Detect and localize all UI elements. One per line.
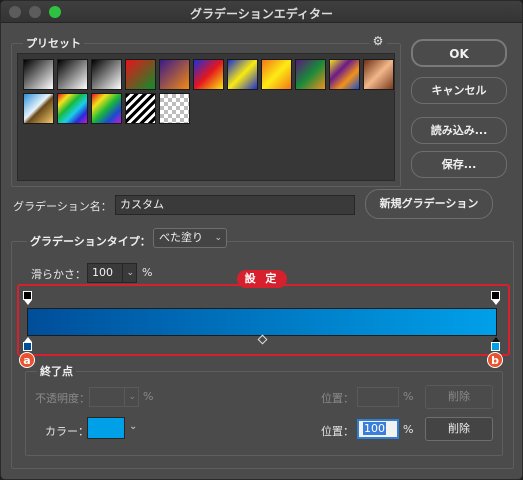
presets-label: プリセット: [23, 35, 84, 51]
smoothness-unit: %: [142, 266, 153, 279]
preset-swatch-black-white[interactable]: [91, 59, 122, 90]
window-title: グラデーションエディター: [190, 7, 333, 21]
opacity-stop-body: [491, 291, 500, 300]
preset-swatch-spectrum[interactable]: [57, 93, 88, 124]
preset-swatch-chrome[interactable]: [23, 93, 54, 124]
color-stop-start[interactable]: [22, 337, 33, 351]
stops-label: 終了点: [37, 363, 76, 379]
preset-swatch-orange-yellow-orange[interactable]: [261, 59, 292, 90]
cancel-button[interactable]: キャンセル: [411, 77, 507, 104]
chevron-down-icon: ⌄: [214, 233, 222, 243]
preset-swatch-violet-orange[interactable]: [159, 59, 190, 90]
gradient-type-label: グラデーションタイプ：: [27, 233, 154, 249]
gradient-name-input[interactable]: カスタム: [115, 195, 355, 215]
opacity-unit: %: [143, 390, 154, 403]
gradient-name-label: グラデーション名：: [13, 200, 112, 213]
preset-swatch-blue-red-yellow[interactable]: [193, 59, 224, 90]
color-location-input[interactable]: 100: [357, 419, 399, 439]
preset-swatch-foreground-to-transparent[interactable]: [57, 59, 88, 90]
opacity-stop-pointer: [492, 300, 500, 305]
color-stop-body: [491, 342, 500, 351]
opacity-input[interactable]: ⌄: [89, 387, 139, 407]
annotation-marker-b: b: [487, 352, 503, 368]
color-delete-button[interactable]: 削除: [425, 417, 493, 441]
opacity-stop-body: [23, 291, 32, 300]
load-button[interactable]: 読み込み...: [411, 117, 507, 144]
color-stop-end[interactable]: [490, 337, 501, 351]
color-stop-body: [23, 342, 32, 351]
ok-button[interactable]: OK: [411, 39, 507, 67]
preset-swatch-foreground-to-background[interactable]: [23, 59, 54, 90]
smoothness-value: 100: [92, 266, 113, 279]
color-location-unit: %: [403, 423, 414, 436]
preset-swatch-red-green[interactable]: [125, 59, 156, 90]
color-location-label: 位置：: [321, 425, 354, 438]
annotation-label: 設 定: [237, 270, 287, 288]
color-well[interactable]: [87, 417, 125, 439]
color-label: カラー：: [45, 425, 89, 438]
preset-swatch-copper[interactable]: [363, 59, 394, 90]
preset-swatch-yellow-violet-orange-blue[interactable]: [329, 59, 360, 90]
preset-swatch-transparent-rainbow[interactable]: [91, 93, 122, 124]
gradient-type-value: べた塗り: [159, 231, 203, 244]
chevron-down-icon: ⌄: [124, 388, 136, 406]
opacity-location-label: 位置：: [321, 392, 354, 405]
chevron-down-icon[interactable]: ⌄: [129, 421, 137, 432]
preset-swatch-transparent-stripes[interactable]: [125, 93, 156, 124]
title-bar: グラデーションエディター: [1, 1, 522, 23]
opacity-stop-right[interactable]: [490, 291, 501, 305]
opacity-delete-button[interactable]: 削除: [425, 385, 493, 409]
opacity-location-unit: %: [403, 390, 414, 403]
color-location-value: 100: [363, 422, 386, 435]
smoothness-label: 滑らかさ：: [31, 268, 86, 281]
chevron-down-icon[interactable]: ⌄: [122, 264, 134, 282]
smoothness-input[interactable]: 100 ⌄: [87, 263, 137, 283]
preset-swatch-transparent[interactable]: [159, 93, 190, 124]
preset-swatch-violet-green-orange[interactable]: [295, 59, 326, 90]
presets-gear-icon[interactable]: ⚙: [369, 34, 387, 48]
opacity-label: 不透明度：: [35, 392, 90, 405]
gradient-type-dropdown[interactable]: べた塗り ⌄: [153, 228, 227, 248]
save-button[interactable]: 保存...: [411, 151, 507, 178]
presets-grid: [17, 53, 395, 181]
annotation-marker-a: a: [19, 352, 35, 368]
new-gradient-button[interactable]: 新規グラデーション: [365, 189, 493, 219]
preset-swatch-blue-yellow-blue[interactable]: [227, 59, 258, 90]
stops-group: [25, 371, 503, 456]
opacity-stop-left[interactable]: [22, 291, 33, 305]
gradient-editor-window: グラデーションエディター プリセット ⚙ OK キャンセル 読み込み... 保存…: [0, 0, 523, 480]
gradient-bar[interactable]: [27, 308, 497, 336]
opacity-location-input[interactable]: [357, 387, 399, 407]
opacity-stop-pointer: [24, 300, 32, 305]
